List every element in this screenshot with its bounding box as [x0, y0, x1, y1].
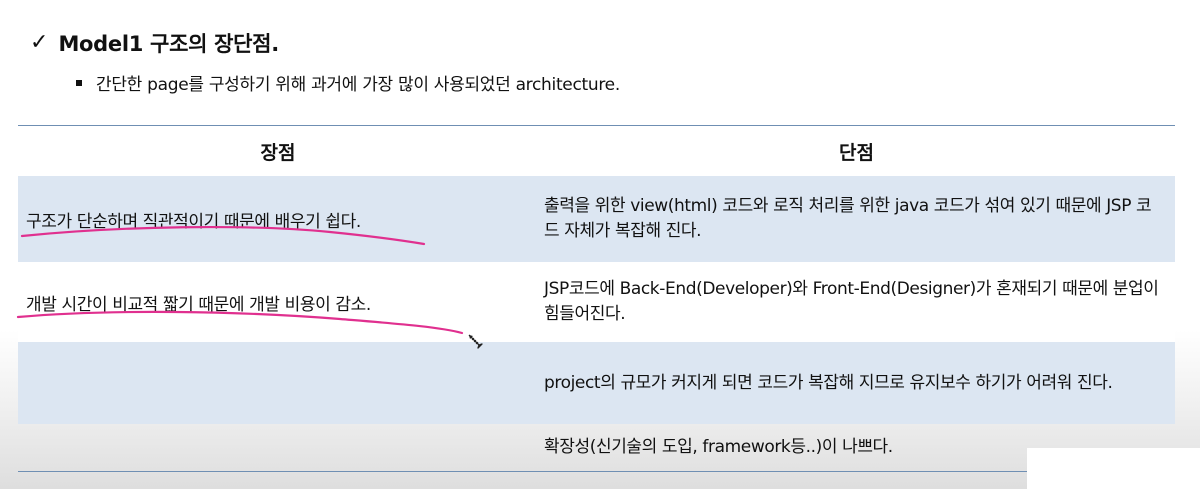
table-row: 구조가 단순하며 직관적이기 때문에 배우기 쉽다. 출력을 위한 view(h… — [18, 176, 1175, 262]
pro-cell: 구조가 단순하며 직관적이기 때문에 배우기 쉽다. — [26, 211, 361, 232]
square-bullet-icon — [76, 79, 82, 86]
con-cell: JSP코드에 Back-End(Developer)와 Front-End(De… — [544, 279, 1159, 324]
pen-cursor-icon — [468, 334, 483, 349]
bullet-text: 간단한 page를 구성하기 위해 과거에 가장 많이 사용되었던 archit… — [96, 75, 620, 95]
blank-overlay — [1027, 448, 1200, 489]
header-cons: 단점 — [839, 141, 874, 164]
pros-cons-table: 장점 단점 구조가 단순하며 직관적이기 때문에 배우기 쉽다. 출력을 위한 … — [18, 125, 1175, 472]
con-cell: project의 규모가 커지게 되면 코드가 복잡해 지므로 유지보수 하기가… — [544, 372, 1113, 393]
pro-cell: 개발 시간이 비교적 짧기 때문에 개발 비용이 감소. — [26, 294, 371, 315]
table-row: 개발 시간이 비교적 짧기 때문에 개발 비용이 감소. JSP코드에 Back… — [18, 262, 1175, 342]
heading-title: Model1 구조의 장단점. — [58, 32, 279, 56]
section-heading: ✓ Model1 구조의 장단점. — [30, 28, 279, 58]
table-row: project의 규모가 커지게 되면 코드가 복잡해 지므로 유지보수 하기가… — [18, 342, 1175, 424]
table-header-row: 장점 단점 — [18, 126, 1175, 176]
check-mark-icon: ✓ — [30, 30, 49, 55]
bullet-item: 간단한 page를 구성하기 위해 과거에 가장 많이 사용되었던 archit… — [76, 70, 620, 95]
header-pros: 장점 — [260, 141, 296, 164]
table-bottom-border — [18, 471, 1175, 472]
con-cell: 출력을 위한 view(html) 코드와 로직 처리를 위한 java 코드가… — [544, 196, 1152, 241]
table-row: 확장성(신기술의 도입, framework등..)이 나쁘다. — [18, 424, 1175, 471]
